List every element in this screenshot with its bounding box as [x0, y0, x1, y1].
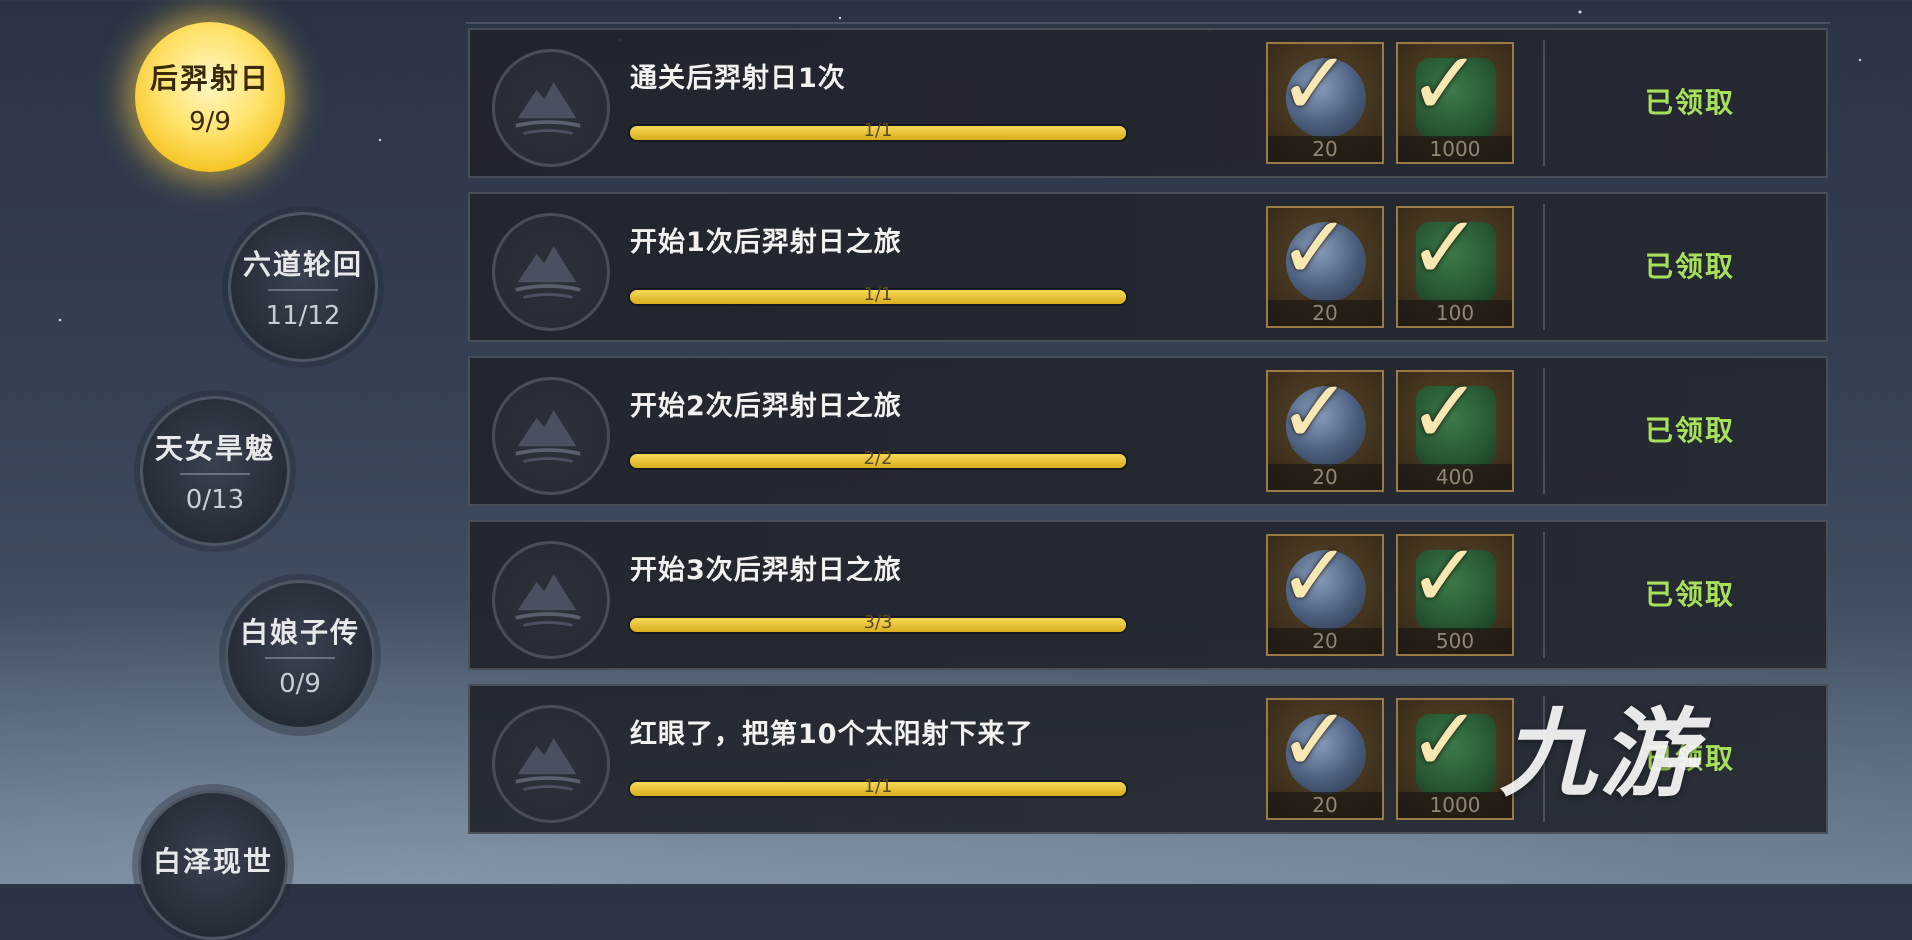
reward-slot[interactable]: ✓ 20: [1266, 32, 1384, 164]
node-divider: [180, 473, 250, 475]
chapter-name: 六道轮回: [242, 248, 363, 281]
row-divider: [1543, 368, 1545, 494]
task-title: 开始3次后羿射日之旅: [630, 555, 902, 586]
task-row: 开始1次后羿射日之旅 1/1 ✓ 20 ✓ 100 已领取: [468, 192, 1828, 342]
chapter-node-houyi[interactable]: 后羿射日 9/9: [135, 22, 285, 172]
progress-text: 2/2: [863, 448, 893, 469]
chapter-progress: 9/9: [189, 107, 231, 137]
reward-slot[interactable]: ✓ 500: [1396, 524, 1514, 656]
reward-slot[interactable]: ✓ 100: [1396, 196, 1514, 328]
reward-quantity: 20: [1268, 300, 1382, 326]
mountain-emblem-icon: [492, 541, 610, 659]
chapter-name: 白娘子传: [239, 616, 360, 649]
row-divider: [1543, 40, 1545, 166]
chapter-progress: 11/12: [265, 301, 341, 331]
chapter-node-tiannv[interactable]: 天女旱魃 0/13: [140, 396, 290, 546]
checkmark-icon: ✓: [1278, 196, 1352, 299]
progress-text: 1/1: [863, 776, 893, 797]
reward-quantity: 1000: [1398, 792, 1512, 818]
checkmark-icon: ✓: [1278, 688, 1352, 791]
reward-slot[interactable]: ✓ 1000: [1396, 688, 1514, 820]
progress-text: 1/1: [863, 284, 893, 305]
task-title: 红眼了，把第10个太阳射下来了: [630, 719, 1034, 750]
chapter-name: 后羿射日: [149, 62, 270, 95]
reward-quantity: 20: [1268, 792, 1382, 818]
mountain-emblem-icon: [492, 49, 610, 167]
reward-quantity: 100: [1398, 300, 1512, 326]
checkmark-icon: ✓: [1278, 32, 1352, 135]
reward-quantity: 20: [1268, 628, 1382, 654]
claimed-status: 已领取: [1644, 414, 1735, 447]
claimed-status: 已领取: [1644, 578, 1735, 611]
claimed-status: 已领取: [1644, 250, 1735, 283]
checkmark-icon: ✓: [1408, 360, 1482, 463]
reward-slot[interactable]: ✓ 20: [1266, 688, 1384, 820]
chapter-progress: 0/9: [279, 669, 321, 699]
node-divider: [268, 289, 338, 291]
reward-slot[interactable]: ✓ 20: [1266, 196, 1384, 328]
mountain-emblem-icon: [492, 377, 610, 495]
checkmark-icon: ✓: [1408, 32, 1482, 135]
reward-slot[interactable]: ✓ 1000: [1396, 32, 1514, 164]
task-title: 开始1次后羿射日之旅: [630, 227, 902, 258]
reward-slot[interactable]: ✓ 20: [1266, 360, 1384, 492]
checkmark-icon: ✓: [1408, 688, 1482, 791]
progress-text: 3/3: [863, 612, 893, 633]
checkmark-icon: ✓: [1278, 360, 1352, 463]
mountain-emblem-icon: [492, 705, 610, 823]
mountain-emblem-icon: [492, 213, 610, 331]
reward-quantity: 400: [1398, 464, 1512, 490]
checkmark-icon: ✓: [1408, 196, 1482, 299]
task-row: 开始2次后羿射日之旅 2/2 ✓ 20 ✓ 400 已领取: [468, 356, 1828, 506]
reward-quantity: 20: [1268, 136, 1382, 162]
reward-quantity: 20: [1268, 464, 1382, 490]
task-row: 通关后羿射日1次 1/1 ✓ 20 ✓ 1000 已领取: [468, 28, 1828, 178]
node-divider: [265, 657, 335, 659]
reward-quantity: 1000: [1398, 136, 1512, 162]
task-title: 开始2次后羿射日之旅: [630, 391, 902, 422]
claimed-status: 已领取: [1644, 86, 1735, 119]
chapter-name: 白泽现世: [152, 845, 273, 878]
task-title: 通关后羿射日1次: [630, 63, 846, 94]
chapter-node-bainiangzi[interactable]: 白娘子传 0/9: [225, 580, 375, 730]
chapter-progress: 0/13: [185, 485, 245, 515]
chapter-node-liudao[interactable]: 六道轮回 11/12: [228, 212, 378, 362]
chapter-node-baize[interactable]: 白泽现世: [138, 790, 288, 940]
progress-text: 1/1: [863, 120, 893, 141]
chapter-name: 天女旱魃: [154, 432, 275, 465]
watermark-logo: 九游: [1500, 676, 1700, 815]
checkmark-icon: ✓: [1278, 524, 1352, 627]
watermark-text: 九游: [1500, 698, 1700, 810]
reward-quantity: 500: [1398, 628, 1512, 654]
reward-slot[interactable]: ✓ 20: [1266, 524, 1384, 656]
checkmark-icon: ✓: [1408, 524, 1482, 627]
row-divider: [1543, 204, 1545, 330]
task-row: 开始3次后羿射日之旅 3/3 ✓ 20 ✓ 500 已领取: [468, 520, 1828, 670]
reward-slot[interactable]: ✓ 400: [1396, 360, 1514, 492]
row-divider: [1543, 532, 1545, 658]
